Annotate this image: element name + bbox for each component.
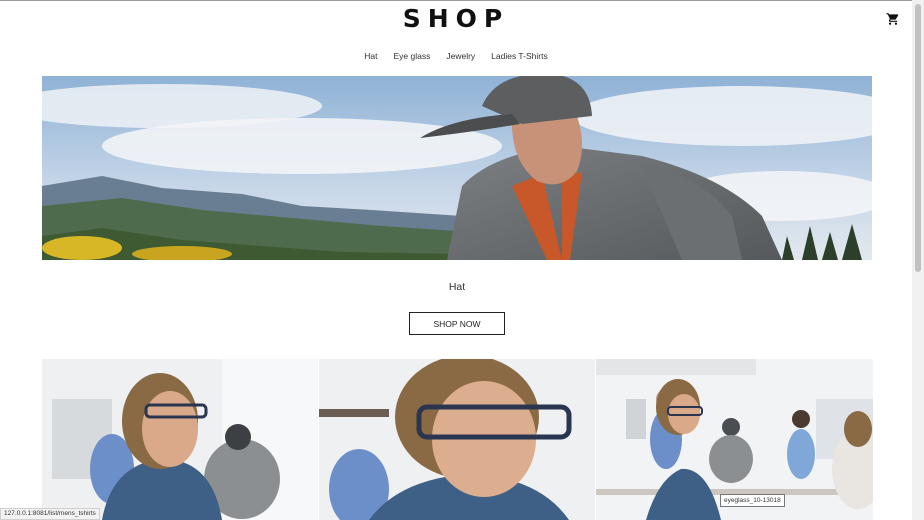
image-tooltip: eyeglass_10-13018 <box>720 494 785 507</box>
nav-item-ladies-t-shirts[interactable]: Ladies T-Shirts <box>483 51 556 61</box>
product-image-woman-glasses-closeup <box>319 359 595 520</box>
product-tile[interactable] <box>42 359 318 520</box>
top-border <box>0 0 924 1</box>
nav-item-hat[interactable]: Hat <box>356 51 385 61</box>
cart-icon[interactable] <box>886 12 900 26</box>
product-tile[interactable] <box>319 359 595 520</box>
product-image-woman-glasses <box>42 359 318 520</box>
status-bar-url: 127.0.0.1:8081/list/mens_tshirts <box>0 508 100 520</box>
site-logo[interactable]: SHOP <box>0 4 912 33</box>
hero-photo <box>42 76 872 260</box>
category-nav: Hat Eye glass Jewelry Ladies T-Shirts <box>0 51 912 61</box>
hero-banner-image[interactable] <box>42 76 872 260</box>
hero-caption: Hat <box>448 281 466 293</box>
nav-item-jewelry[interactable]: Jewelry <box>438 51 483 61</box>
shop-now-button[interactable]: SHOP NOW <box>409 312 505 335</box>
nav-item-eye-glass[interactable]: Eye glass <box>386 51 439 61</box>
vertical-scrollbar-thumb[interactable] <box>915 4 921 272</box>
